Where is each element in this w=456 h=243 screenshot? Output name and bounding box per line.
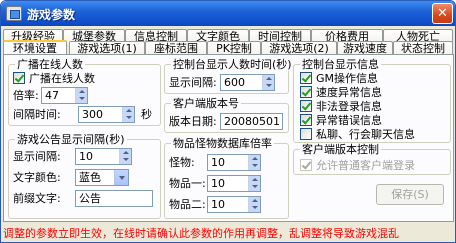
- monster-rate-input[interactable]: 10: [207, 154, 261, 171]
- item1-rate-input[interactable]: 10: [207, 175, 261, 192]
- allow-normal-client-checkbox[interactable]: [300, 159, 312, 171]
- monster-drop-group: 物品怪物数据库倍率 怪物: 10 物品一: 10 物品二: 10: [164, 137, 289, 219]
- environment-settings-panel: 广播在线人数 广播在线人数 倍率: 47 间隔时间: 300 秒 游戏公告显示间…: [3, 54, 454, 222]
- announcement-title: 游戏公告显示间隔(秒): [15, 133, 127, 146]
- monster-drop-title: 物品怪物数据库倍率: [171, 137, 274, 150]
- save-button[interactable]: 保存(S): [376, 184, 444, 205]
- announcement-prefix-value: 公告: [79, 192, 101, 205]
- status-warning-text: 调整的参数立即生效，在线时请确认此参数的作用再调整，乱调整将导致游戏混乱: [3, 227, 399, 240]
- client-version-date-input[interactable]: 20080501: [220, 113, 283, 130]
- title-bar[interactable]: 游戏参数 ✕: [1, 1, 455, 26]
- console-online-interval-value: 600: [224, 76, 245, 89]
- broadcast-ratio-spinner[interactable]: [75, 88, 87, 103]
- console-info-group: 控制台显示信息 GM操作信息 速度异常信息 非法登录信息 异常错误信息 私聊、行…: [293, 58, 451, 143]
- announcement-prefix-label: 前缀文字:: [13, 192, 61, 205]
- monster-rate-value: 10: [211, 156, 225, 169]
- console-online-interval-input[interactable]: 600: [220, 74, 275, 91]
- item2-rate-value: 10: [211, 198, 225, 211]
- announcement-group: 游戏公告显示间隔(秒) 显示间隔: 10 文字颜色: 蓝色 前缀文字: 公告: [8, 133, 161, 219]
- item2-rate-spinner[interactable]: [248, 197, 260, 212]
- broadcast-ratio-value: 47: [45, 89, 59, 102]
- broadcast-online-checkbox-label: 广播在线人数: [29, 72, 95, 85]
- app-icon: [6, 6, 22, 21]
- game-params-window: 游戏参数 ✕ 升级经验 城堡参数 信息控制 文字颜色 时间控制 价格费用 人物死…: [0, 0, 456, 243]
- client-version-date-label: 版本日期:: [169, 115, 217, 128]
- item1-rate-label: 物品一:: [169, 177, 206, 190]
- item2-rate-input[interactable]: 10: [207, 196, 261, 213]
- console-online-interval-label: 显示间隔:: [169, 76, 217, 89]
- broadcast-ratio-label: 倍率:: [13, 89, 39, 102]
- client-control-title: 客户端版本控制: [300, 143, 381, 156]
- item1-rate-spinner[interactable]: [248, 176, 260, 191]
- private-guild-chat-checkbox[interactable]: [300, 128, 312, 140]
- error-info-checkbox[interactable]: [300, 114, 312, 126]
- announcement-interval-value: 10: [79, 150, 93, 163]
- gm-ops-checkbox[interactable]: [300, 72, 312, 84]
- broadcast-online-title: 广播在线人数: [15, 58, 85, 71]
- console-online-title: 控制台显示人数时间(秒): [171, 58, 294, 71]
- allow-normal-client-label: 允许普通客户端登录: [316, 159, 415, 172]
- announcement-prefix-input[interactable]: 公告: [75, 190, 153, 207]
- chevron-down-icon[interactable]: [114, 170, 128, 185]
- illegal-login-label: 非法登录信息: [316, 100, 382, 113]
- private-guild-chat-label: 私聊、行会聊天信息: [316, 128, 415, 141]
- broadcast-interval-unit: 秒: [141, 108, 152, 121]
- announcement-interval-spinner[interactable]: [119, 149, 131, 164]
- broadcast-interval-spinner[interactable]: [122, 107, 134, 122]
- client-version-date-value: 20080501: [224, 115, 280, 128]
- speed-anomaly-label: 速度异常信息: [316, 86, 382, 99]
- client-version-group: 客户端版本号 版本日期: 20080501: [164, 97, 289, 133]
- console-online-group: 控制台显示人数时间(秒) 显示间隔: 600: [164, 58, 294, 94]
- client-control-group: 客户端版本控制 允许普通客户端登录: [293, 143, 451, 175]
- window-title: 游戏参数: [27, 8, 76, 22]
- announcement-color-label: 文字颜色:: [13, 171, 61, 184]
- broadcast-interval-value: 300: [82, 108, 103, 121]
- item2-rate-label: 物品二:: [169, 198, 206, 211]
- error-info-label: 异常错误信息: [316, 114, 382, 127]
- broadcast-interval-label: 间隔时间:: [13, 108, 61, 121]
- announcement-color-select[interactable]: 蓝色: [75, 169, 129, 186]
- announcement-interval-input[interactable]: 10: [75, 148, 132, 165]
- broadcast-online-group: 广播在线人数 广播在线人数 倍率: 47 间隔时间: 300 秒: [8, 58, 161, 126]
- announcement-color-value: 蓝色: [79, 171, 101, 184]
- speed-anomaly-checkbox[interactable]: [300, 86, 312, 98]
- close-icon[interactable]: ✕: [432, 3, 453, 24]
- monster-rate-spinner[interactable]: [248, 155, 260, 170]
- broadcast-ratio-input[interactable]: 47: [41, 87, 88, 104]
- illegal-login-checkbox[interactable]: [300, 100, 312, 112]
- monster-rate-label: 怪物:: [169, 156, 195, 169]
- console-online-interval-spinner[interactable]: [262, 75, 274, 90]
- client-version-title: 客户端版本号: [171, 97, 241, 110]
- broadcast-online-checkbox[interactable]: [13, 72, 25, 84]
- broadcast-interval-input[interactable]: 300: [78, 106, 135, 123]
- item1-rate-value: 10: [211, 177, 225, 190]
- gm-ops-label: GM操作信息: [316, 72, 379, 85]
- console-info-title: 控制台显示信息: [300, 58, 381, 71]
- announcement-interval-label: 显示间隔:: [13, 150, 61, 163]
